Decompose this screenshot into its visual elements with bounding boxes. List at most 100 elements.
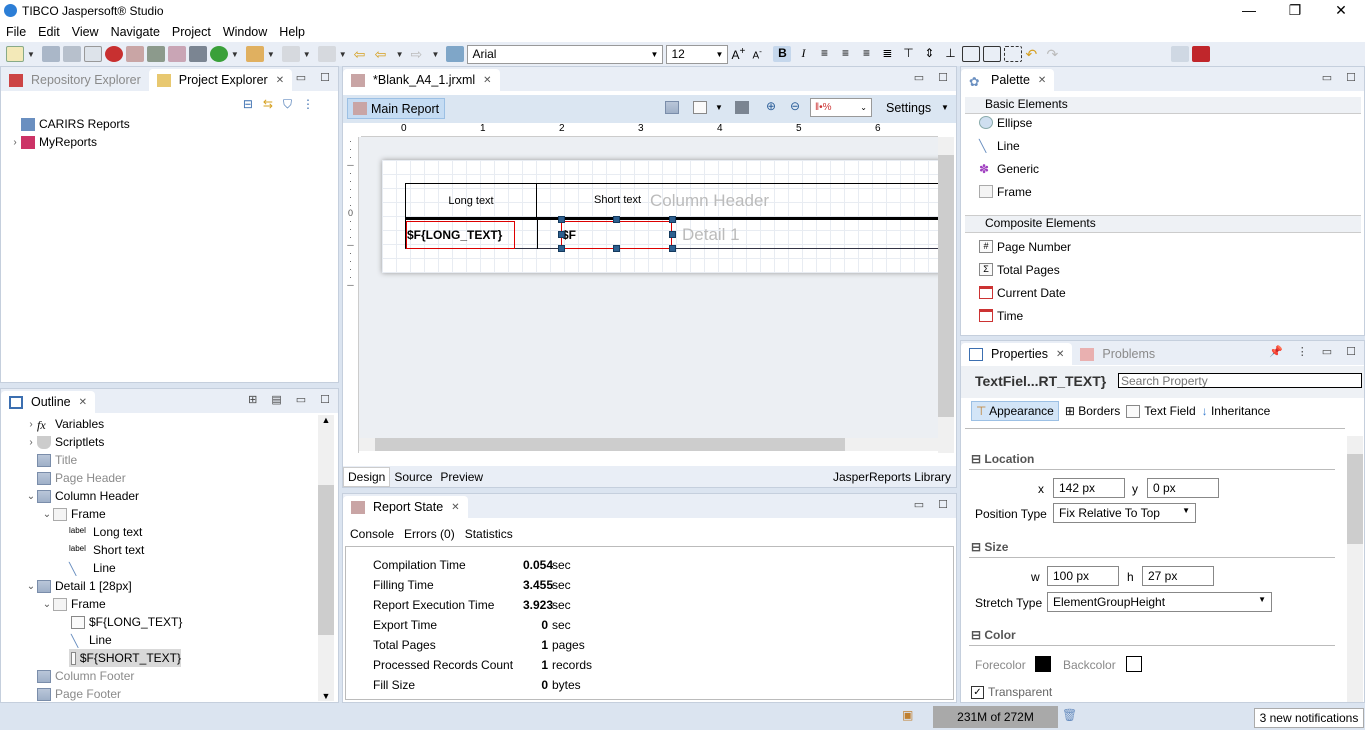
scrollbar-thumb[interactable] [318, 485, 334, 635]
new-data-adapter-icon[interactable] [146, 46, 165, 62]
chevron-right-icon[interactable]: › [25, 437, 37, 448]
palette-item-current-date[interactable]: Current Date [961, 281, 1361, 304]
arrange-icon[interactable] [962, 46, 981, 62]
menu-navigate[interactable]: Navigate [105, 25, 166, 39]
outline-item-variables[interactable]: › fx Variables [25, 415, 182, 433]
undo-icon[interactable]: ↶ [1025, 46, 1043, 62]
outline-item-page-footer[interactable]: Page Footer [25, 685, 182, 703]
outline-item-line[interactable]: ╲ Line [25, 559, 182, 577]
close-tab-icon[interactable]: ✕ [451, 502, 459, 513]
zoom-select[interactable]: ‖•% ⌄ [810, 98, 872, 117]
scrollbar-thumb[interactable] [938, 155, 954, 417]
pen-icon[interactable] [245, 46, 264, 62]
maximize-icon[interactable]: ☐ [1346, 71, 1356, 84]
search-property-input[interactable] [1118, 373, 1362, 388]
tab-problems[interactable]: Problems [1072, 343, 1163, 365]
detail-frame[interactable]: $F{LONG_TEXT} $F Detail 1 [405, 216, 938, 252]
dropdown-arrow-icon[interactable]: ▼ [339, 50, 347, 59]
scroll-down-icon[interactable]: ▼ [318, 691, 334, 701]
chevron-down-icon[interactable]: ⌄ [41, 509, 53, 520]
detail-line[interactable] [537, 220, 538, 249]
composite-elements-header[interactable]: Composite Elements [965, 215, 1361, 233]
resize-handle[interactable] [669, 216, 676, 223]
color-section[interactable]: ⊟ Color [971, 628, 1016, 642]
tab-preview[interactable]: Preview [436, 468, 487, 486]
filter-icon[interactable]: ⛉ [283, 97, 292, 112]
width-input[interactable]: 100 px [1047, 566, 1119, 586]
chevron-down-icon[interactable]: ⌄ [25, 491, 37, 502]
outline-item-long-text-field[interactable]: $F{LONG_TEXT} [25, 613, 182, 631]
settings-dropdown-icon[interactable]: ▼ [941, 103, 949, 112]
maximize-button[interactable]: ❐ [1272, 2, 1318, 19]
view-menu-icon[interactable]: ⋮ [302, 97, 314, 112]
minimize-icon[interactable]: ▭ [1322, 71, 1332, 84]
backcolor-swatch[interactable] [1126, 656, 1142, 672]
horizontal-scrollbar[interactable] [359, 438, 938, 451]
link-editor-icon[interactable]: ⇆ [263, 97, 273, 112]
tab-borders[interactable]: ⊞ Borders [1065, 404, 1120, 418]
resize-handle[interactable] [613, 216, 620, 223]
dropdown-arrow-icon[interactable]: ▼ [27, 50, 35, 59]
collapse-all-icon[interactable]: ⊟ [243, 97, 253, 112]
tab-appearance[interactable]: ⊤ Appearance [971, 401, 1059, 421]
new-icon[interactable] [6, 46, 24, 62]
tab-design[interactable]: Design [343, 466, 391, 487]
minimize-icon[interactable]: ▭ [914, 498, 924, 511]
maximize-icon[interactable]: ☐ [1346, 345, 1356, 358]
tab-outline[interactable]: Outline ✕ [1, 391, 95, 413]
bold-icon[interactable]: B [773, 46, 792, 62]
close-tab-icon[interactable]: ✕ [483, 75, 491, 86]
increase-font-icon[interactable]: A+ [731, 46, 749, 62]
new-report-icon[interactable] [125, 46, 144, 62]
x-input[interactable]: 142 px [1053, 478, 1125, 498]
redo-icon[interactable]: ↷ [1046, 46, 1064, 62]
dropdown-arrow-icon[interactable]: ▼ [396, 50, 404, 59]
resize-handle[interactable] [558, 231, 565, 238]
palette-item-line[interactable]: ╲ Line [961, 134, 1361, 157]
tab-project-explorer[interactable]: Project Explorer ✕ [148, 69, 293, 91]
tab-console[interactable]: Console [350, 527, 394, 541]
stretch-type-select[interactable]: ElementGroupHeight ▼ [1047, 592, 1272, 612]
dropdown-arrow-icon[interactable]: ▼ [303, 50, 311, 59]
tab-source[interactable]: Source [390, 468, 436, 486]
minimize-icon[interactable]: ▭ [914, 71, 924, 84]
outline-item-frame[interactable]: ⌄ Frame [25, 595, 182, 613]
pin-icon[interactable]: 📌 [1269, 345, 1283, 358]
dropdown-arrow-icon[interactable]: ▼ [267, 50, 275, 59]
height-input[interactable]: 27 px [1142, 566, 1214, 586]
run-icon[interactable] [209, 46, 228, 62]
outline-item-detail-1[interactable]: ⌄ Detail 1 [28px] [25, 577, 182, 595]
close-tab-icon[interactable]: ✕ [1038, 75, 1046, 86]
align-center-icon[interactable]: ≡ [836, 46, 854, 62]
back-icon[interactable]: ⇦ [375, 46, 393, 62]
close-tab-icon[interactable]: ✕ [276, 75, 284, 86]
chevron-right-icon[interactable]: › [9, 137, 21, 148]
chevron-down-icon[interactable]: ⌄ [41, 599, 53, 610]
trash-icon[interactable]: 🗑 [1062, 708, 1077, 722]
resize-handle[interactable] [613, 245, 620, 252]
italic-icon[interactable]: I [794, 46, 812, 62]
palette-item-time[interactable]: Time [961, 304, 1361, 327]
palette-item-total-pages[interactable]: Σ Total Pages [961, 258, 1361, 281]
close-button[interactable]: ✕ [1318, 2, 1364, 19]
tab-report-state[interactable]: Report State ✕ [343, 496, 468, 518]
palette-item-generic[interactable]: ✽ Generic [961, 157, 1361, 180]
outline-item-scriptlets[interactable]: › Scriptlets [25, 433, 182, 451]
properties-scrollbar[interactable] [1347, 436, 1363, 702]
tab-statistics[interactable]: Statistics [465, 527, 513, 541]
minimize-button[interactable]: — [1226, 2, 1272, 18]
tab-inheritance[interactable]: ↓ Inheritance [1202, 404, 1271, 418]
palette-item-page-number[interactable]: # Page Number [961, 235, 1361, 258]
debug-icon[interactable] [104, 46, 123, 62]
tab-properties[interactable]: Properties ✕ [961, 343, 1073, 365]
menu-view[interactable]: View [66, 25, 105, 39]
resize-handle[interactable] [558, 216, 565, 223]
scrollbar-thumb[interactable] [1347, 454, 1363, 544]
bands-icon[interactable] [665, 101, 679, 114]
zoom-in-icon[interactable]: ⊕ [766, 99, 776, 113]
outline-scrollbar[interactable]: ▲ ▼ [318, 415, 334, 701]
tree-item-carirs-reports[interactable]: CARIRS Reports [9, 115, 130, 133]
last-edit-icon[interactable]: ⇦ [354, 46, 372, 62]
maximize-icon[interactable]: ☐ [320, 71, 330, 84]
align-right-icon[interactable]: ≡ [857, 46, 875, 62]
